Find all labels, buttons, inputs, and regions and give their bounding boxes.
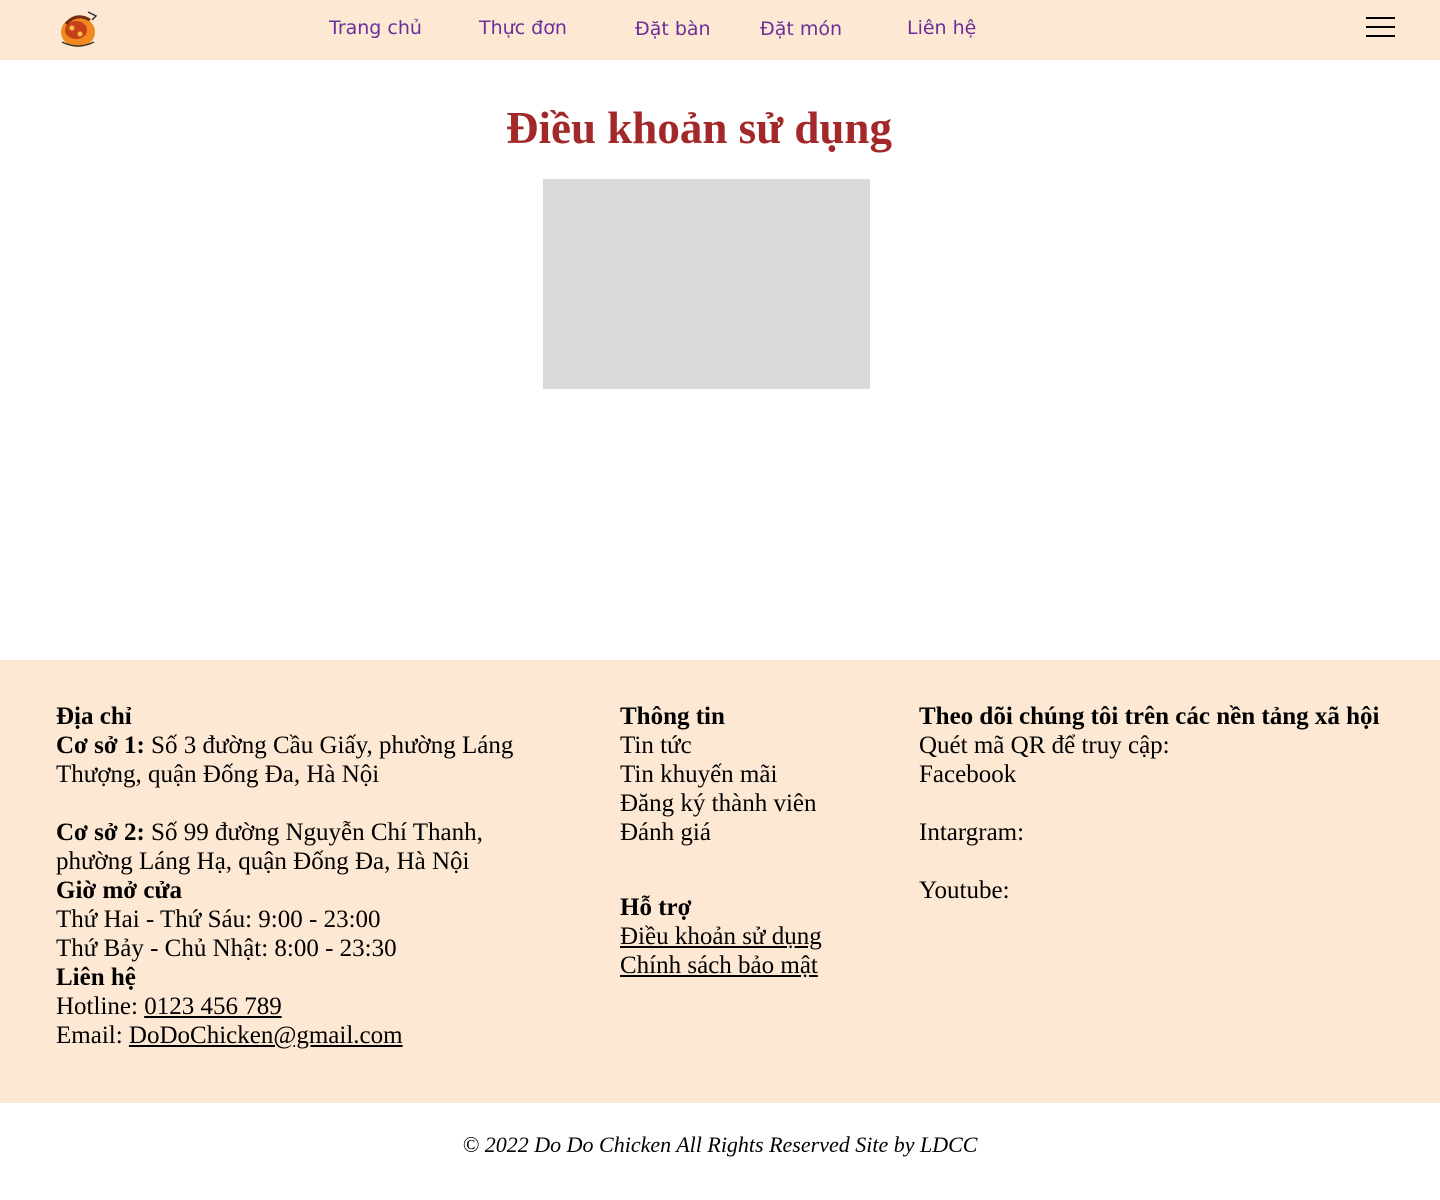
top-navbar: Trang chủ Thực đơn Đặt bàn Đặt món Liên … xyxy=(0,0,1440,60)
footer: Địa chỉ Cơ sở 1: Số 3 đường Cầu Giấy, ph… xyxy=(0,660,1440,1103)
contact-heading: Liên hệ xyxy=(56,964,136,991)
email-row: Email: DoDoChicken@gmail.com xyxy=(56,1021,526,1050)
email-label: Email: xyxy=(56,1022,123,1049)
branch-1-label: Cơ sở 1: xyxy=(56,732,145,759)
branch-2-label: Cơ sở 2: xyxy=(56,819,145,846)
social-instagram[interactable]: Intargram: xyxy=(919,818,1399,847)
hotline-row: Hotline: 0123 456 789 xyxy=(56,992,526,1021)
branch-1: Cơ sở 1: Số 3 đường Cầu Giấy, phường Lán… xyxy=(56,731,526,789)
hotline-label: Hotline: xyxy=(56,993,138,1020)
address-heading: Địa chỉ xyxy=(56,703,132,730)
social-heading: Theo dõi chúng tôi trên các nền tảng xã … xyxy=(919,703,1380,730)
copyright: © 2022 Do Do Chicken All Rights Reserved… xyxy=(462,1132,978,1157)
hours-heading: Giờ mở cửa xyxy=(56,877,183,904)
footer-address-column: Địa chỉ Cơ sở 1: Số 3 đường Cầu Giấy, ph… xyxy=(56,702,526,1050)
info-item-dang-ky[interactable]: Đăng ký thành viên xyxy=(620,789,900,818)
info-item-tin-khuyen-mai[interactable]: Tin khuyến mãi xyxy=(620,760,900,789)
info-item-danh-gia[interactable]: Đánh giá xyxy=(620,818,900,847)
email-link[interactable]: DoDoChicken@gmail.com xyxy=(129,1022,403,1049)
social-facebook[interactable]: Facebook xyxy=(919,760,1399,789)
social-youtube[interactable]: Youtube: xyxy=(919,876,1399,905)
social-intro: Quét mã QR để truy cập: xyxy=(919,732,1170,759)
support-heading: Hỗ trợ xyxy=(620,894,692,921)
footer-social-column: Theo dõi chúng tôi trên các nền tảng xã … xyxy=(919,702,1399,905)
nav-trang-chu[interactable]: Trang chủ xyxy=(329,16,422,40)
hamburger-menu-icon[interactable] xyxy=(1366,17,1396,39)
page-title: Điều khoản sử dụng xyxy=(506,103,892,153)
content-image-placeholder xyxy=(543,179,870,389)
hotline-link[interactable]: 0123 456 789 xyxy=(144,993,282,1020)
terms-link[interactable]: Điều khoản sử dụng xyxy=(620,923,822,950)
nav-dat-ban[interactable]: Đặt bàn xyxy=(635,17,711,41)
branch-2: Cơ sở 2: Số 99 đường Nguyễn Chí Thanh, p… xyxy=(56,818,526,876)
info-heading: Thông tin xyxy=(620,703,725,730)
hours-weekend: Thứ Bảy - Chủ Nhật: 8:00 - 23:30 xyxy=(56,935,397,962)
nav-dat-mon[interactable]: Đặt món xyxy=(760,17,842,41)
footer-info-column: Thông tin Tin tức Tin khuyến mãi Đăng ký… xyxy=(620,702,900,980)
nav-thuc-don[interactable]: Thực đơn xyxy=(479,16,567,40)
nav-lien-he[interactable]: Liên hệ xyxy=(907,16,976,40)
logo-icon[interactable] xyxy=(56,6,102,52)
hours-weekday: Thứ Hai - Thứ Sáu: 9:00 - 23:00 xyxy=(56,906,381,933)
info-item-tin-tuc[interactable]: Tin tức xyxy=(620,731,900,760)
privacy-link[interactable]: Chính sách bảo mật xyxy=(620,952,818,979)
